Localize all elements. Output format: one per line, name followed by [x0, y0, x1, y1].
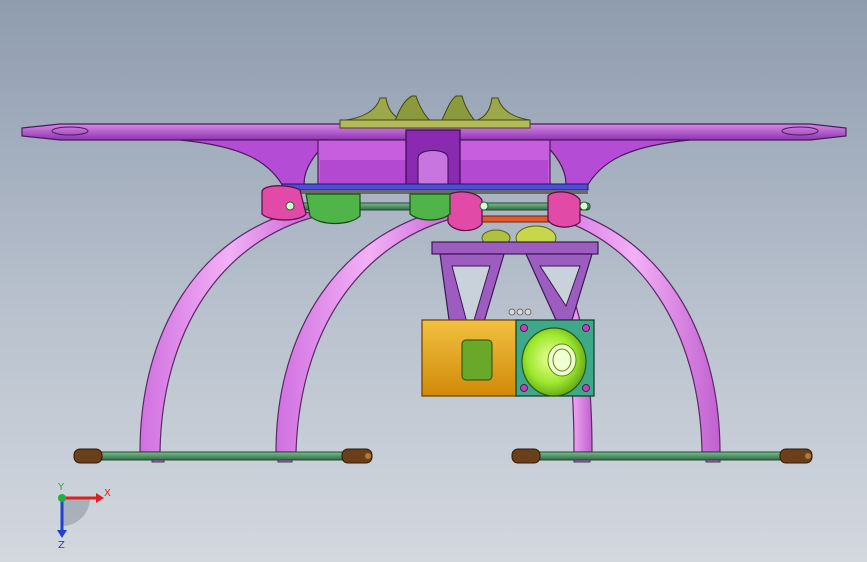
skid-rod-right[interactable]: [511, 448, 813, 464]
center-hub[interactable]: [339, 95, 531, 129]
cad-viewport[interactable]: X Y Z: [0, 0, 867, 562]
z-axis-label: Z: [58, 540, 65, 550]
center-clamp-left[interactable]: [305, 193, 361, 225]
camera-lens[interactable]: [521, 327, 587, 397]
lower-frame-plate[interactable]: [281, 183, 589, 194]
center-clamp-right[interactable]: [409, 193, 451, 221]
camera-body[interactable]: [421, 308, 532, 397]
z-arrow-head: [57, 530, 67, 538]
x-arrow-head: [96, 493, 104, 503]
center-stem[interactable]: [405, 129, 461, 187]
leg-clamp-left[interactable]: [261, 185, 307, 221]
y-axis-label: Y: [57, 482, 65, 493]
leg-clamp-center[interactable]: [447, 191, 489, 232]
y-axis-dot: [58, 494, 66, 502]
skid-rod-left[interactable]: [73, 448, 373, 464]
drone-assembly-model[interactable]: [0, 0, 867, 562]
x-axis-label: X: [104, 488, 111, 499]
orientation-triad[interactable]: X Y Z: [44, 480, 124, 550]
